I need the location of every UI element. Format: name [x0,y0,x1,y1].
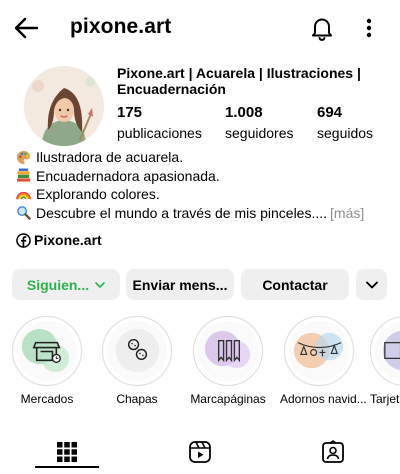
garland-icon [293,332,343,369]
highlight-cover [375,321,400,381]
bio-line-text: Ilustradora de acuarela. [36,149,184,165]
back-arrow-icon [14,17,39,39]
avatar-illustration-icon [24,66,104,146]
active-tab-indicator [35,466,99,468]
more-vertical-icon [366,18,372,38]
highlight-ring [102,316,172,386]
highlight-cover [107,321,167,381]
market-stall-icon [21,328,69,373]
stat-followers-label: seguidores [225,125,294,141]
magnifier-icon [17,206,31,220]
highlight-cover [198,321,258,381]
highlight-ring [284,316,354,386]
tab-tagged[interactable] [266,430,399,474]
bio-line-text: Explorando colores. [36,186,160,202]
bio-line-text: Descubre el mundo a través de mis pincel… [36,204,328,221]
highlight-tarjetas[interactable]: Tarjeta [370,316,400,406]
palette-icon [16,150,31,164]
contact-button[interactable]: Contactar [241,269,349,300]
highlight-ring [12,316,82,386]
stat-followers[interactable]: 1.008 seguidores [225,104,294,142]
highlight-ring [193,316,263,386]
rainbow-icon [16,191,31,200]
following-button-label: Siguien... [26,276,90,293]
facebook-icon [16,232,31,248]
suggested-accounts-button[interactable] [356,269,387,300]
chevron-down-icon [95,281,105,288]
highlight-mercados[interactable]: Mercados [8,316,86,406]
bookmarks-icon [204,330,250,369]
cards-icon [382,330,400,371]
stat-posts-label: publicaciones [117,125,202,141]
stat-following-count: 694 [317,104,343,121]
top-bar: pixone.art [0,0,400,56]
highlight-cover [17,321,77,381]
bio-line: Descubre el mundo a través de mis pincel… [16,204,386,223]
chevron-down-icon [365,281,378,288]
highlight-cover [289,321,349,381]
notifications-button[interactable] [308,14,336,42]
grid-icon [56,442,77,462]
profile-display-name: Pixone.art | Acuarela | Ilustraciones | … [117,65,361,97]
bell-icon [312,18,332,41]
profile-bio: Ilustradora de acuarela. Encuadernadora … [16,148,386,222]
stat-following[interactable]: 694 seguidos [317,104,373,142]
books-icon [16,168,31,182]
highlight-label: Tarjeta [370,392,400,406]
stat-followers-count: 1.008 [225,104,263,121]
profile-avatar[interactable] [24,66,104,146]
highlight-chapas[interactable]: Chapas [98,316,176,406]
contact-button-label: Contactar [262,276,328,293]
profile-username: pixone.art [70,15,172,38]
bio-line: Encuadernadora apasionada. [16,167,386,186]
more-options-button[interactable] [360,14,378,42]
stat-posts[interactable]: 175 publicaciones [117,104,202,142]
bio-line: Ilustradora de acuarela. [16,148,386,167]
buttons-icon [115,328,159,373]
highlight-adornos[interactable]: Adornos navid... [280,316,367,406]
highlight-ring [370,316,400,386]
message-button-label: Enviar mens... [132,276,228,293]
following-button[interactable]: Siguien... [12,269,120,300]
facebook-link[interactable]: Pixone.art [16,232,102,248]
back-button[interactable] [12,14,40,42]
stat-posts-count: 175 [117,104,143,121]
tagged-icon [321,440,344,463]
bio-line: Explorando colores. [16,185,386,204]
bio-more-link[interactable]: [más] [330,204,364,223]
bio-line-text: Encuadernadora apasionada. [36,167,220,184]
tab-reels[interactable] [133,430,266,474]
highlight-marcapaginas[interactable]: Marcapáginas [189,316,267,406]
highlight-label: Marcapáginas [190,392,266,406]
facebook-link-label: Pixone.art [34,232,102,248]
highlight-label: Adornos navid... [280,392,367,406]
highlight-label: Mercados [20,392,74,406]
message-button[interactable]: Enviar mens... [126,269,234,300]
reels-icon [188,441,211,463]
stat-following-label: seguidos [317,125,374,141]
highlight-label: Chapas [116,392,158,406]
